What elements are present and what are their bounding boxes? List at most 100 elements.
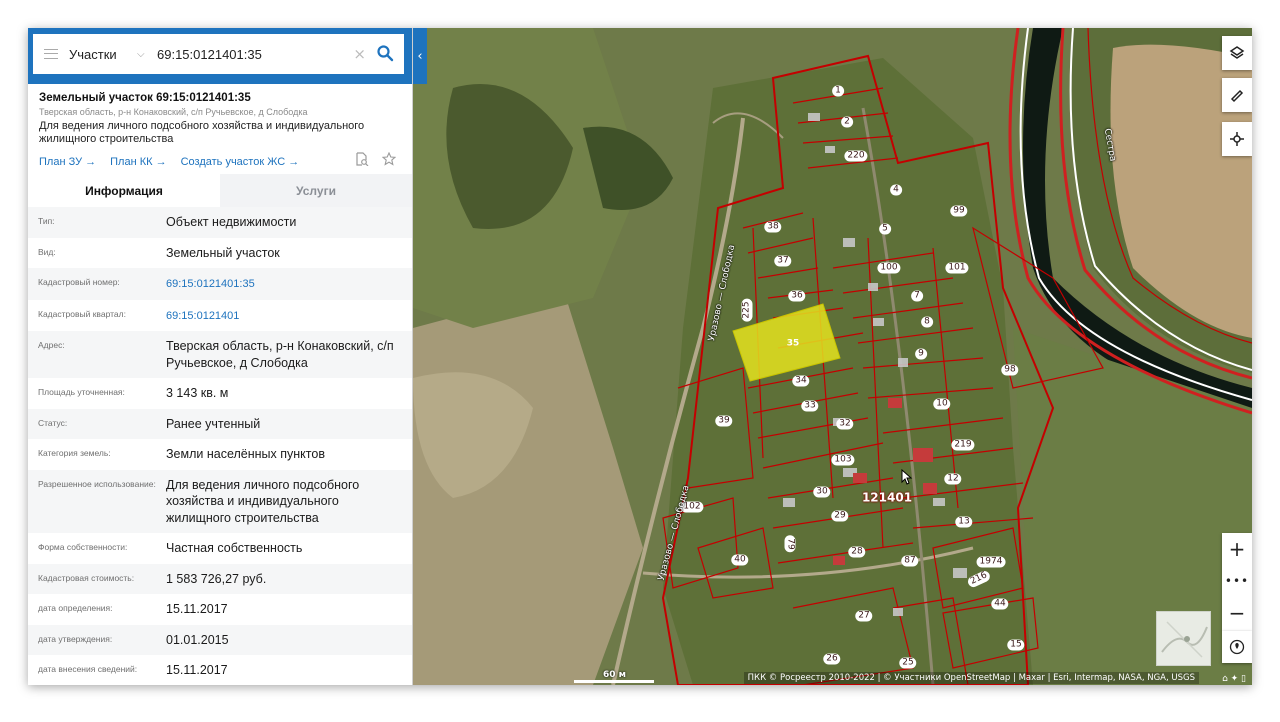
plot-label[interactable]: 1 (832, 85, 844, 97)
clear-icon[interactable]: × (353, 45, 366, 63)
plan-kk-link[interactable]: План КК → (110, 156, 166, 168)
info-value: Объект недвижимости (166, 215, 297, 229)
info-value: Тверская область, р-н Конаковский, с/п Р… (166, 339, 394, 370)
cadastral-number-link[interactable]: 69:15:0121401:35 (166, 268, 412, 300)
plot-label[interactable]: 34 (792, 375, 810, 387)
panel-tabs: Информация Услуги (28, 174, 412, 207)
satellite-background (413, 28, 1252, 685)
info-value: Для ведения личного подсобного хозяйства… (166, 477, 360, 525)
location-pin-button[interactable] (1222, 631, 1252, 663)
search-type-select[interactable]: Участки (69, 47, 137, 62)
minimap[interactable] (1156, 611, 1211, 666)
plot-label[interactable]: 44 (991, 598, 1009, 610)
plot-label[interactable]: 26 (823, 653, 841, 665)
info-key: дата утверждения: (38, 633, 113, 644)
plot-label[interactable]: 9 (915, 348, 927, 360)
search-bar: Участки ⌵ × (28, 28, 412, 84)
plot-label[interactable]: 28 (848, 546, 866, 558)
plot-label[interactable]: 7 (911, 290, 923, 302)
plot-label[interactable]: 99 (950, 205, 968, 217)
collapse-panel-button[interactable]: ‹ (413, 28, 427, 84)
search-icon[interactable] (376, 44, 394, 62)
locate-button[interactable] (1222, 122, 1252, 156)
object-purpose: Для ведения личного подсобного хозяйства… (39, 120, 365, 145)
ruler-icon (1230, 89, 1244, 103)
plot-label[interactable]: 1974 (976, 556, 1006, 568)
plot-label[interactable]: 100 (877, 262, 901, 274)
ruler-button[interactable] (1222, 78, 1252, 112)
chevron-down-icon[interactable]: ⌵ (137, 49, 157, 60)
object-title: Земельный участок 69:15:0121401:35 (39, 92, 251, 104)
info-key: Категория земель: (38, 448, 111, 458)
plot-label[interactable]: 37 (774, 255, 792, 267)
menu-icon[interactable] (33, 34, 69, 74)
plot-label[interactable]: 25 (899, 657, 917, 669)
cadastral-quarter-link[interactable]: 69:15:0121401 (166, 300, 412, 332)
info-key: Вид: (38, 246, 56, 257)
plot-label[interactable]: 12 (944, 473, 962, 485)
info-row-address: Адрес: Тверская область, р-н Конаковский,… (28, 331, 412, 378)
plot-label[interactable]: 38 (764, 221, 782, 233)
info-row-land-category: Категория земель: Земли населённых пункто… (28, 439, 412, 470)
create-plot-link[interactable]: Создать участок ЖС → (181, 156, 300, 168)
plot-label[interactable]: 220 (844, 150, 868, 162)
search-input[interactable] (157, 46, 337, 62)
zoom-out-button[interactable]: − (1222, 597, 1252, 629)
info-row-cadastral-quarter: Кадастровый квартал: 69:15:0121401 (28, 300, 412, 332)
plot-label[interactable]: 29 (831, 510, 849, 522)
plot-label[interactable]: 33 (801, 400, 819, 412)
plot-label[interactable]: 40 (731, 554, 749, 566)
plot-label[interactable]: 225 (741, 298, 753, 322)
object-links: План ЗУ → План КК → Создать участок ЖС → (28, 146, 412, 170)
layers-button[interactable] (1222, 36, 1252, 70)
document-search-icon[interactable] (355, 152, 369, 166)
plot-label[interactable]: 36 (788, 290, 806, 302)
tab-information[interactable]: Информация (28, 174, 220, 207)
plot-label[interactable]: 4 (890, 184, 902, 196)
layers-icon (1229, 46, 1245, 59)
plot-label[interactable]: 27 (855, 610, 873, 622)
info-value: Земли населённых пунктов (166, 447, 325, 461)
plan-zu-link[interactable]: План ЗУ → (39, 156, 96, 168)
plot-label[interactable]: 219 (951, 439, 975, 451)
plot-label[interactable]: 13 (955, 516, 973, 528)
selected-plot-label[interactable]: 35 (784, 339, 803, 350)
info-value: 15.11.2017 (166, 663, 228, 677)
info-panel: Участки ⌵ × Земельный участок 69:15:0121… (28, 28, 413, 685)
plot-label[interactable]: 8 (921, 316, 933, 328)
plot-label[interactable]: 87 (901, 555, 919, 567)
info-key: Кадастровый квартал: (38, 308, 126, 319)
info-row-date-entered: дата внесения сведений: 15.11.2017 (28, 655, 412, 685)
search-box: Участки ⌵ × (33, 34, 404, 74)
location-pin-icon (1229, 639, 1245, 655)
plot-label[interactable]: 15 (1007, 639, 1025, 651)
plot-label[interactable]: 10 (933, 398, 951, 410)
info-key: Статус: (38, 417, 68, 428)
plot-label[interactable]: 30 (813, 486, 831, 498)
info-key: Адрес: (38, 340, 65, 350)
mouse-cursor-icon (901, 469, 913, 485)
info-row-date-approved: дата утверждения: 01.01.2015 (28, 624, 412, 655)
plot-label[interactable]: 103 (831, 454, 855, 466)
info-key: Форма собственности: (38, 542, 128, 552)
plot-label[interactable]: 98 (1001, 364, 1019, 376)
plot-label[interactable]: 5 (879, 223, 891, 235)
info-row-date-determined: дата определения: 15.11.2017 (28, 594, 412, 625)
zoom-in-button[interactable]: + (1222, 533, 1252, 565)
crosshair-icon (1230, 132, 1244, 146)
plot-label[interactable]: 32 (836, 418, 854, 430)
info-row-area: Площадь уточненная: 3 143 кв. м (28, 378, 412, 409)
info-row-kind: Вид: Земельный участок (28, 238, 412, 269)
plot-label[interactable]: 39 (715, 415, 733, 427)
plot-label[interactable]: 79 (784, 535, 796, 553)
zoom-more-icon[interactable]: ••• (1222, 565, 1252, 597)
map-view[interactable]: 1 2 220 4 99 38 5 37 100 101 36 7 225 8 … (413, 28, 1252, 685)
attribution-icons: ⌂ ✦ ▯ (1222, 674, 1246, 684)
plot-label[interactable]: 101 (945, 262, 969, 274)
tab-services[interactable]: Услуги (220, 174, 412, 207)
info-value: 3 143 кв. м (166, 386, 229, 400)
plot-label[interactable]: 2 (841, 116, 853, 128)
info-row-type: Тип: Объект недвижимости (28, 207, 412, 238)
info-row-cadastral-value: Кадастровая стоимость: 1 583 726,27 руб. (28, 563, 412, 594)
star-icon[interactable] (382, 152, 396, 166)
